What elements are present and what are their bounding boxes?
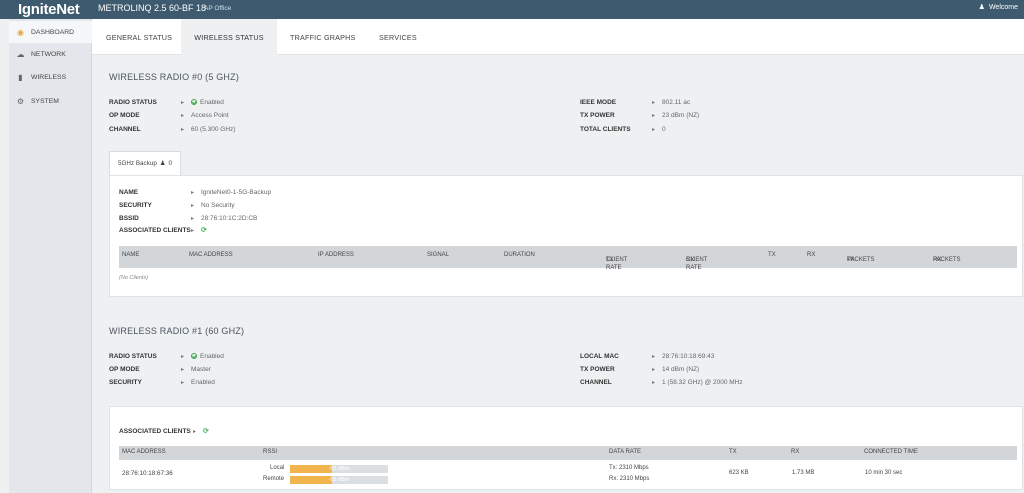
- tab-bar: GENERAL STATUS WIRELESS STATUS TRAFFIC G…: [92, 19, 1024, 55]
- gear-icon: ⚙: [16, 96, 25, 106]
- clients-table-header: NAME MAC ADDRESS IP ADDRESS SIGNAL DURAT…: [119, 246, 1017, 271]
- rssi-local-value: -55 dBm: [328, 466, 350, 472]
- radio1-tx-power: TX POWER ▸ 14 dBm (NZ): [580, 365, 700, 373]
- refresh-icon[interactable]: ⟳: [201, 226, 207, 234]
- radio1-local-mac: LOCAL MAC ▸ 28:76:10:18:69:43: [580, 352, 715, 360]
- device-location: AP Office: [204, 5, 232, 12]
- client-rx: 1.73 MB: [792, 470, 815, 476]
- radio1-security: SECURITY ▸ Enabled: [109, 378, 215, 386]
- radio0-total-clients: TOTAL CLIENTS ▸ 0: [580, 125, 666, 133]
- radio0-radio-status: RADIO STATUS ▸ Enabled: [109, 98, 224, 106]
- radio1-op-mode: OP MODE ▸ Master: [109, 365, 211, 373]
- radio0-tx-power: TX POWER ▸ 23 dBm (NZ): [580, 111, 700, 119]
- radio0-op-mode: OP MODE ▸ Access Point: [109, 111, 229, 119]
- radio0-channel: CHANNEL ▸ 60 (5.300 GHz): [109, 125, 236, 133]
- sidebar-item-label: SYSTEM: [31, 97, 59, 105]
- radio1-title: WIRELESS RADIO #1 (60 GHZ): [109, 326, 245, 336]
- client-mac: 28:76:10:18:67:36: [122, 470, 173, 477]
- rssi-remote-bar: -55 dBm: [290, 476, 388, 484]
- client-tx-rate: Tx: 2310 Mbps: [609, 465, 649, 471]
- client-tx: 623 KB: [729, 470, 749, 476]
- radio1-clients-table-header: MAC ADDRESS RSSI DATA RATE TX RX CONNECT…: [119, 446, 1017, 460]
- radio1-associated-clients: ASSOCIATED CLIENTS ▸ ⟳: [119, 427, 209, 436]
- sidebar-item-label: NETWORK: [31, 50, 66, 58]
- ssid-bssid: BSSID ▸ 28:76:10:1C:2D:CB: [119, 214, 258, 222]
- welcome-label: Welcome: [988, 3, 1018, 11]
- logo: IgniteNet: [18, 1, 80, 18]
- refresh-icon[interactable]: ⟳: [203, 427, 209, 435]
- user-icon: ♟: [159, 160, 166, 167]
- radio0-title: WIRELESS RADIO #0 (5 GHZ): [109, 72, 240, 82]
- device-title: METROLINQ 2.5 60-BF 18: [98, 3, 207, 13]
- sidebar: ◉ DASHBOARD ☁ NETWORK ▮ WIRELESS ⚙ SYSTE…: [9, 19, 92, 493]
- sidebar-item-system[interactable]: ⚙ SYSTEM: [9, 90, 92, 112]
- client-rx-rate: Rx: 2310 Mbps: [609, 476, 650, 482]
- rssi-local-label: Local: [270, 465, 285, 471]
- radio1-channel: CHANNEL ▸ 1 (58.32 GHz) @ 2000 MHz: [580, 378, 743, 386]
- rssi-remote-value: -55 dBm: [328, 477, 350, 483]
- sidebar-item-label: DASHBOARD: [31, 28, 75, 36]
- client-connected-time: 10 min 30 sec: [865, 470, 903, 476]
- sidebar-item-dashboard[interactable]: ◉ DASHBOARD: [9, 21, 92, 43]
- ssid-associated-clients: ASSOCIATED CLIENTS ▸ ⟳: [119, 226, 207, 235]
- radio0-ieee-mode: IEEE MODE ▸ 802.11 ac: [580, 98, 691, 106]
- ssid-name: NAME ▸ IgniteNet0-1-5G-Backup: [119, 188, 272, 196]
- rssi-remote-label: Remote: [263, 476, 285, 482]
- no-clients-label: (No Clients): [119, 275, 149, 281]
- tab-general-status[interactable]: GENERAL STATUS: [94, 19, 184, 55]
- dashboard-icon: ◉: [17, 27, 24, 37]
- tab-wireless-status[interactable]: WIRELESS STATUS: [181, 19, 277, 55]
- top-bar: IgniteNet METROLINQ 2.5 60-BF 18 AP Offi…: [0, 0, 1024, 19]
- user-icon: ♟: [978, 4, 985, 11]
- sidebar-item-label: WIRELESS: [31, 73, 67, 81]
- sidebar-item-wireless[interactable]: ▮ WIRELESS: [9, 66, 92, 88]
- cloud-icon: ☁: [16, 49, 25, 59]
- rssi-local-bar: -55 dBm: [290, 465, 388, 473]
- welcome-menu[interactable]: ♟ Welcome: [978, 3, 1018, 12]
- tab-services[interactable]: SERVICES: [367, 19, 429, 55]
- check-circle-icon: [191, 99, 197, 105]
- signal-bars-icon: ▮: [18, 72, 23, 82]
- sidebar-item-network[interactable]: ☁ NETWORK: [9, 43, 92, 65]
- ssid-security: SECURITY ▸ No Security: [119, 201, 235, 209]
- tab-traffic-graphs[interactable]: TRAFFIC GRAPHS: [278, 19, 368, 55]
- check-circle-icon: [191, 353, 197, 359]
- ssid-tab-5ghz-backup[interactable]: 5GHz Backup ♟ 0: [109, 151, 181, 175]
- radio1-radio-status: RADIO STATUS ▸ Enabled: [109, 352, 224, 360]
